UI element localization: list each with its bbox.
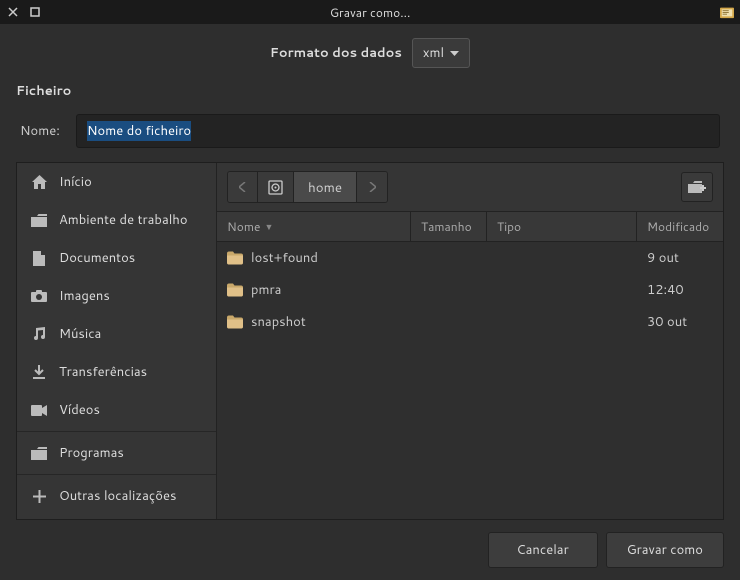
window-title: Gravar como... (330, 4, 411, 21)
sidebar-item-documents[interactable]: Documentos (17, 239, 216, 277)
sidebar-item-label: Transferências (59, 363, 147, 381)
chevron-right-icon (369, 182, 376, 192)
file-type (487, 320, 637, 324)
file-modified: 9 out (637, 247, 723, 269)
app-icon (720, 5, 734, 19)
file-type (487, 256, 637, 260)
folder-icon (227, 283, 243, 297)
titlebar: Gravar como... (0, 0, 740, 24)
format-select[interactable]: xml (412, 38, 470, 68)
column-header-name[interactable]: Nome▼ (217, 212, 411, 241)
video-icon (31, 402, 47, 418)
new-folder-icon (688, 180, 706, 195)
table-row[interactable]: pmra 12:40 (217, 274, 723, 306)
column-header-modified[interactable]: Modificado (637, 212, 723, 241)
folder-icon (31, 212, 47, 228)
sidebar-item-label: Vídeos (59, 401, 100, 419)
file-browser: Início Ambiente de trabalho Documentos I… (16, 162, 724, 520)
file-modified: 30 out (637, 311, 723, 333)
sidebar: Início Ambiente de trabalho Documentos I… (17, 163, 217, 519)
cancel-button[interactable]: Cancelar (488, 532, 598, 568)
sidebar-item-downloads[interactable]: Transferências (17, 353, 216, 391)
sidebar-item-label: Programas (59, 444, 124, 462)
folder-icon (31, 445, 47, 461)
main-panel: home Nome▼ Tamanho Tipo Modificado lost+… (217, 163, 723, 519)
sidebar-separator (17, 431, 216, 432)
column-header-type[interactable]: Tipo (487, 212, 637, 241)
sidebar-item-programs[interactable]: Programas (17, 434, 216, 472)
new-folder-button[interactable] (681, 172, 713, 202)
table-row[interactable]: lost+found 9 out (217, 242, 723, 274)
music-icon (31, 326, 47, 342)
sidebar-item-videos[interactable]: Vídeos (17, 391, 216, 429)
file-size (411, 256, 487, 260)
sidebar-item-home[interactable]: Início (17, 163, 216, 201)
action-bar: Cancelar Gravar como (0, 520, 740, 580)
file-name: snapshot (251, 313, 306, 331)
sidebar-item-label: Imagens (59, 287, 110, 305)
format-row: Formato dos dados xml (0, 24, 740, 78)
table-body: lost+found 9 out pmra 12:40 snapshot 30 … (217, 242, 723, 519)
camera-icon (31, 288, 47, 304)
name-label: Nome: (20, 122, 64, 140)
name-row: Nome: Nome do ficheiro (0, 106, 740, 162)
sidebar-item-pictures[interactable]: Imagens (17, 277, 216, 315)
column-header-size[interactable]: Tamanho (411, 212, 487, 241)
table-header: Nome▼ Tamanho Tipo Modificado (217, 212, 723, 242)
maximize-icon[interactable] (28, 5, 42, 19)
folder-icon (227, 315, 243, 329)
pathbar: home (217, 163, 723, 211)
sidebar-item-label: Início (59, 173, 92, 191)
folder-icon (227, 251, 243, 265)
sidebar-item-label: Ambiente de trabalho (59, 211, 188, 229)
home-icon (31, 174, 47, 190)
path-back-button[interactable] (228, 172, 258, 202)
chevron-down-icon (450, 51, 459, 56)
close-icon[interactable] (6, 5, 20, 19)
file-size (411, 288, 487, 292)
sidebar-item-label: Documentos (59, 249, 135, 267)
doc-icon (31, 250, 47, 266)
disk-icon (268, 180, 283, 195)
sidebar-item-label: Música (59, 325, 101, 343)
download-icon (31, 364, 47, 380)
plus-icon (31, 488, 47, 504)
format-label: Formato dos dados (270, 44, 402, 62)
sidebar-item-label: Outras localizações (59, 487, 176, 505)
sidebar-separator (17, 474, 216, 475)
file-name: lost+found (251, 249, 318, 267)
sidebar-item-music[interactable]: Música (17, 315, 216, 353)
file-table: Nome▼ Tamanho Tipo Modificado lost+found… (217, 211, 723, 519)
table-row[interactable]: snapshot 30 out (217, 306, 723, 338)
file-modified: 12:40 (637, 279, 723, 301)
sort-indicator-icon: ▼ (264, 220, 273, 233)
save-button[interactable]: Gravar como (606, 532, 724, 568)
format-value: xml (423, 44, 444, 62)
file-name: pmra (251, 281, 281, 299)
path-nav: home (227, 171, 388, 203)
filename-input[interactable]: Nome do ficheiro (76, 114, 720, 148)
path-forward-button[interactable] (357, 172, 387, 202)
sidebar-item-desktop[interactable]: Ambiente de trabalho (17, 201, 216, 239)
path-current-button[interactable]: home (294, 172, 357, 202)
sidebar-item-other-locations[interactable]: Outras localizações (17, 477, 216, 515)
chevron-left-icon (239, 182, 246, 192)
file-section-label: Ficheiro (0, 78, 740, 106)
file-type (487, 288, 637, 292)
path-root-button[interactable] (258, 172, 294, 202)
file-size (411, 320, 487, 324)
